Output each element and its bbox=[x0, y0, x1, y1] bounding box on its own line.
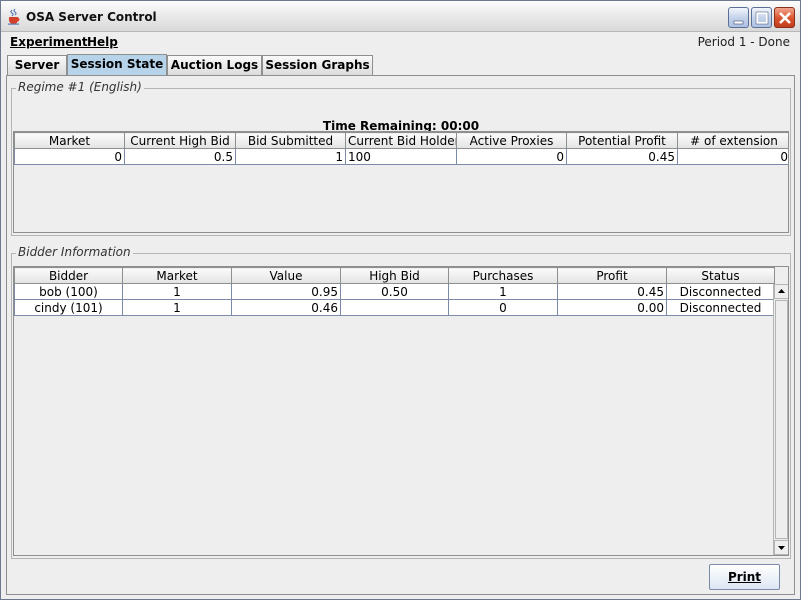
regime-group: Regime #1 (English) Time Remaining: 00:0… bbox=[11, 80, 791, 236]
maximize-button[interactable] bbox=[751, 7, 772, 28]
column-header[interactable]: Profit bbox=[557, 267, 667, 284]
minimize-button[interactable] bbox=[728, 7, 749, 28]
bidder-header-row: Bidder Market Value High Bid Purchases P… bbox=[14, 267, 775, 284]
table-cell[interactable]: 0 bbox=[14, 148, 125, 165]
scroll-up-button[interactable] bbox=[774, 284, 788, 299]
table-cell[interactable]: bob (100) bbox=[14, 283, 123, 300]
column-header[interactable]: # of extension bbox=[677, 132, 788, 149]
table-cell[interactable]: 1 bbox=[448, 283, 558, 300]
table-cell[interactable]: 0.00 bbox=[557, 299, 667, 316]
java-cup-icon bbox=[6, 8, 22, 25]
scrollbar-track[interactable] bbox=[775, 300, 788, 539]
window-title: OSA Server Control bbox=[26, 10, 157, 24]
period-status: Period 1 - Done bbox=[697, 35, 790, 49]
menu-help[interactable]: Help bbox=[87, 35, 118, 49]
column-header[interactable]: Bidder bbox=[14, 267, 123, 284]
column-header[interactable]: Current Bid Holder bbox=[345, 132, 457, 149]
minimize-icon bbox=[733, 20, 744, 25]
column-header[interactable]: Current High Bid bbox=[124, 132, 236, 149]
print-button-label: Print bbox=[727, 570, 762, 584]
column-header[interactable]: Value bbox=[231, 267, 341, 284]
column-header[interactable]: Status bbox=[666, 267, 775, 284]
close-button[interactable] bbox=[774, 7, 795, 28]
regime-header-row: Market Current High Bid Bid Submitted Cu… bbox=[14, 132, 788, 149]
column-header[interactable]: Active Proxies bbox=[456, 132, 567, 149]
bidder-table-area: Bidder Market Value High Bid Purchases P… bbox=[13, 266, 789, 556]
table-cell[interactable]: Disconnected bbox=[666, 283, 775, 300]
table-cell[interactable]: 1 bbox=[122, 283, 232, 300]
table-cell[interactable]: 0 bbox=[448, 299, 558, 316]
menu-bar: Experiment Help Period 1 - Done bbox=[1, 32, 800, 53]
menu-help-label: Help bbox=[87, 35, 118, 49]
table-cell[interactable]: 0 bbox=[456, 148, 567, 165]
column-header[interactable]: High Bid bbox=[340, 267, 449, 284]
table-cell[interactable]: 0.46 bbox=[231, 299, 341, 316]
table-cell[interactable]: cindy (101) bbox=[14, 299, 123, 316]
table-cell[interactable]: 0.95 bbox=[231, 283, 341, 300]
scroll-down-button[interactable] bbox=[774, 540, 788, 555]
column-header[interactable]: Market bbox=[14, 132, 125, 149]
regime-table-area: Market Current High Bid Bid Submitted Cu… bbox=[13, 131, 789, 233]
table-row[interactable]: cindy (101) 1 0.46 0 0.00 Disconnected bbox=[14, 299, 775, 316]
table-cell[interactable]: 0.45 bbox=[557, 283, 667, 300]
column-header[interactable]: Market bbox=[122, 267, 232, 284]
bidder-table: Bidder Market Value High Bid Purchases P… bbox=[14, 267, 775, 316]
bidder-group: Bidder Information Bidder Market Value H… bbox=[11, 245, 791, 559]
table-cell[interactable]: 1 bbox=[122, 299, 232, 316]
title-bar[interactable]: OSA Server Control bbox=[1, 1, 800, 32]
maximize-icon bbox=[755, 11, 769, 25]
tab-server[interactable]: Server bbox=[7, 55, 67, 76]
print-button[interactable]: Print bbox=[709, 564, 780, 590]
table-cell[interactable]: 100 bbox=[345, 148, 457, 165]
close-icon bbox=[779, 12, 791, 24]
table-cell[interactable]: 0.45 bbox=[566, 148, 678, 165]
menu-experiment-label: Experiment bbox=[10, 35, 88, 49]
bidder-vertical-scrollbar[interactable] bbox=[773, 284, 788, 555]
table-cell[interactable]: Disconnected bbox=[666, 299, 775, 316]
regime-title: Regime #1 (English) bbox=[16, 80, 144, 94]
table-cell[interactable]: 0.50 bbox=[340, 283, 449, 300]
table-cell[interactable]: 0.5 bbox=[124, 148, 236, 165]
arrow-down-icon bbox=[778, 546, 785, 550]
table-cell[interactable]: 0 bbox=[677, 148, 788, 165]
regime-table: Market Current High Bid Bid Submitted Cu… bbox=[14, 132, 788, 165]
column-header[interactable]: Purchases bbox=[448, 267, 558, 284]
tab-session-state[interactable]: Session State bbox=[67, 54, 167, 76]
bidder-title: Bidder Information bbox=[16, 245, 133, 259]
column-header[interactable]: Potential Profit bbox=[566, 132, 678, 149]
column-header[interactable]: Bid Submitted bbox=[235, 132, 346, 149]
session-state-panel: Regime #1 (English) Time Remaining: 00:0… bbox=[6, 75, 795, 595]
table-row[interactable]: 0 0.5 1 100 0 0.45 0 bbox=[14, 148, 788, 165]
table-cell[interactable] bbox=[340, 299, 449, 316]
tab-session-graphs[interactable]: Session Graphs bbox=[262, 55, 373, 76]
table-row[interactable]: bob (100) 1 0.95 0.50 1 0.45 Disconnecte… bbox=[14, 283, 775, 300]
arrow-up-icon bbox=[778, 289, 785, 293]
app-window: OSA Server Control Experiment Help Perio… bbox=[0, 0, 801, 600]
menu-experiment[interactable]: Experiment bbox=[10, 35, 88, 49]
table-cell[interactable]: 1 bbox=[235, 148, 346, 165]
tab-auction-logs[interactable]: Auction Logs bbox=[167, 55, 262, 76]
